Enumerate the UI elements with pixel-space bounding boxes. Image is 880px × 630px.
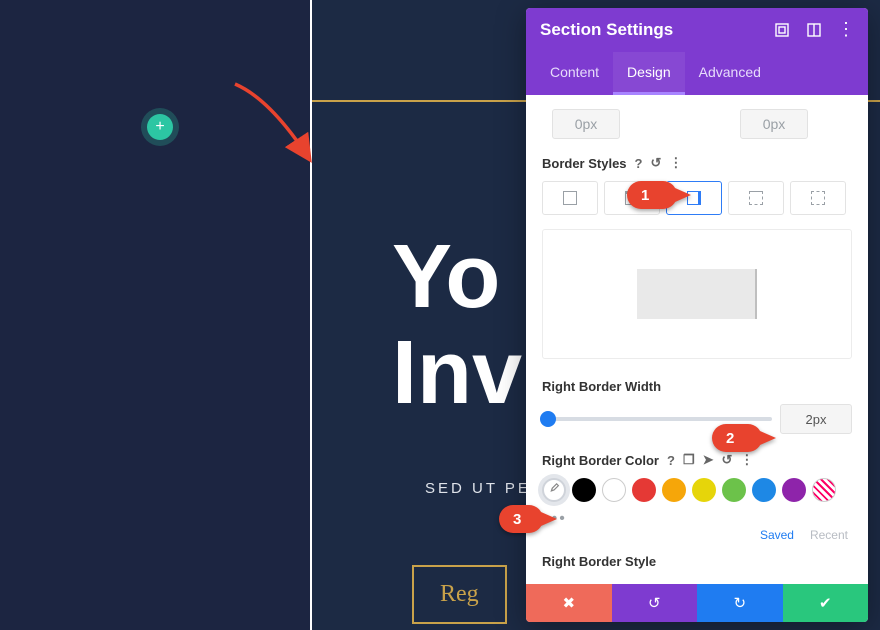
swatch-black[interactable] [572, 478, 596, 502]
swatch-blue[interactable] [752, 478, 776, 502]
reset-icon[interactable]: ↺ [722, 452, 733, 468]
help-icon[interactable]: ? [667, 453, 675, 468]
hero-title: Yo Inv [392, 230, 522, 421]
border-style-top[interactable] [604, 181, 660, 215]
right-border-width-input[interactable]: 2px [780, 404, 852, 434]
slider-thumb[interactable] [540, 411, 556, 427]
swatch-purple[interactable] [782, 478, 806, 502]
border-style-bottom[interactable] [728, 181, 784, 215]
tab-design[interactable]: Design [613, 52, 685, 95]
hover-icon[interactable]: ➤ [703, 452, 714, 468]
padding-input-a[interactable]: 0px [552, 109, 620, 139]
border-style-right[interactable] [666, 181, 722, 215]
swatch-orange[interactable] [662, 478, 686, 502]
more-icon[interactable]: ⋮ [669, 155, 682, 171]
recent-colors-link[interactable]: Recent [810, 528, 848, 542]
builder-canvas-left: + [0, 0, 310, 630]
panel-body: 0px 0px Border Styles ? ↺ ⋮ Right Border… [526, 95, 868, 584]
section-settings-panel: Section Settings ⋮ Content Design Advanc… [526, 8, 868, 622]
help-icon[interactable]: ? [635, 156, 643, 171]
cancel-button[interactable]: ✖ [526, 584, 612, 622]
panel-footer: ✖ ↺ ↻ ✔ [526, 584, 868, 622]
reset-icon[interactable]: ↺ [651, 155, 662, 171]
border-preview-shape [637, 269, 757, 319]
undo-button[interactable]: ↺ [612, 584, 698, 622]
redo-button[interactable]: ↻ [697, 584, 783, 622]
responsive-icon[interactable]: ❐ [683, 452, 695, 468]
swatch-transparent[interactable] [812, 478, 836, 502]
border-style-picker [542, 181, 852, 215]
right-border-width-label: Right Border Width [542, 379, 852, 394]
border-style-left[interactable] [790, 181, 846, 215]
more-swatches-icon[interactable]: ••• [544, 510, 852, 528]
snap-icon[interactable] [806, 22, 822, 38]
right-border-color-label: Right Border Color ? ❐ ➤ ↺ ⋮ [542, 452, 852, 468]
color-swatch-row [542, 478, 852, 502]
swatch-yellow[interactable] [692, 478, 716, 502]
swatch-red[interactable] [632, 478, 656, 502]
save-button[interactable]: ✔ [783, 584, 869, 622]
expand-icon[interactable] [774, 22, 790, 38]
panel-header: Section Settings ⋮ [526, 8, 868, 52]
right-border-style-label: Right Border Style [542, 554, 852, 569]
border-preview [542, 229, 852, 359]
swatch-green[interactable] [722, 478, 746, 502]
right-border-width-slider[interactable] [542, 417, 772, 421]
padding-input-b[interactable]: 0px [740, 109, 808, 139]
more-icon[interactable]: ⋮ [838, 22, 854, 38]
swatch-white[interactable] [602, 478, 626, 502]
register-button[interactable]: Reg [412, 565, 507, 624]
tab-content[interactable]: Content [536, 52, 613, 95]
saved-colors-link[interactable]: Saved [760, 528, 794, 542]
eyedropper-swatch[interactable] [542, 478, 566, 502]
tab-advanced[interactable]: Advanced [685, 52, 775, 95]
add-section-button[interactable]: + [147, 114, 173, 140]
more-icon[interactable]: ⋮ [740, 452, 753, 468]
border-styles-label: Border Styles ? ↺ ⋮ [542, 155, 852, 171]
panel-title: Section Settings [540, 20, 673, 40]
border-style-all[interactable] [542, 181, 598, 215]
panel-tabs: Content Design Advanced [526, 52, 868, 95]
